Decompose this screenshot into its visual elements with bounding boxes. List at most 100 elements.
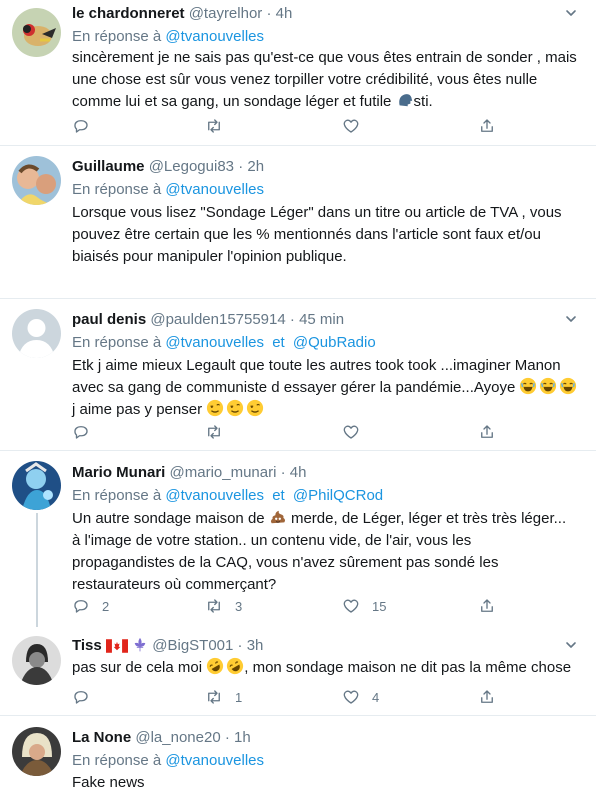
tweet-actions: 2 3 15	[72, 596, 502, 616]
retweet-button[interactable]: 1	[205, 687, 242, 707]
like-button[interactable]	[342, 116, 372, 136]
mention-conjunction: et	[272, 487, 285, 504]
mention-conjunction: et	[272, 334, 285, 351]
mention-link[interactable]: @PhilQCRod	[293, 487, 383, 504]
timestamp[interactable]: 4h	[276, 5, 293, 22]
retweet-icon	[205, 117, 223, 135]
reply-context: En réponse à @tvanouvelles	[72, 27, 264, 47]
user-handle[interactable]: @tayrelhor	[189, 5, 263, 22]
like-button[interactable]	[342, 422, 372, 442]
display-name[interactable]: Mario Munari	[72, 464, 165, 481]
retweet-button[interactable]	[205, 116, 235, 136]
timestamp[interactable]: 1h	[234, 729, 251, 746]
tweet-header: le chardonneret @tayrelhor · 4h	[72, 4, 292, 24]
like-button[interactable]: 4	[342, 687, 379, 707]
avatar[interactable]	[12, 8, 61, 57]
tweet-5[interactable]: Tiss @BigST001 · 3h pas sur de cela moi …	[0, 627, 596, 716]
tweet-6[interactable]: La None @la_none20 · 1h En réponse à @tv…	[0, 716, 596, 800]
share-button[interactable]	[478, 422, 496, 442]
tweet-text-part: Un autre sondage maison de	[72, 510, 269, 527]
avatar[interactable]	[12, 156, 61, 205]
tweet-actions: 1 4	[72, 687, 502, 707]
reply-button[interactable]	[72, 116, 102, 136]
timestamp[interactable]: 3h	[247, 637, 264, 654]
display-name[interactable]: La None	[72, 729, 131, 746]
separator-dot: ·	[238, 158, 244, 175]
timestamp[interactable]: 4h	[290, 464, 307, 481]
caret-down-icon[interactable]	[564, 6, 578, 20]
reply-prefix: En réponse à	[72, 28, 162, 45]
tweet-text-part: sincèrement je ne sais pas qu'est-ce que…	[72, 49, 577, 110]
tweet-text-part: pas sur de cela moi	[72, 659, 207, 676]
tweet-text: sincèrement je ne sais pas qu'est-ce que…	[72, 47, 578, 113]
user-handle[interactable]: @paulden15755914	[150, 311, 285, 328]
retweet-icon	[205, 423, 223, 441]
user-handle[interactable]: @mario_munari	[170, 464, 277, 481]
winking-emoji-icon	[246, 399, 264, 417]
caret-down-icon[interactable]	[564, 638, 578, 652]
winking-emoji-icon	[226, 399, 244, 417]
caret-down-icon[interactable]	[564, 312, 578, 326]
mention-link[interactable]: @tvanouvelles	[165, 752, 264, 769]
fleur-de-lis-emoji-icon	[132, 637, 148, 653]
retweet-button[interactable]	[205, 422, 235, 442]
tweet-4[interactable]: Mario Munari @mario_munari · 4h En répon…	[0, 451, 596, 627]
reply-prefix: En réponse à	[72, 181, 162, 198]
retweet-count: 3	[235, 598, 243, 614]
display-name[interactable]: paul denis	[72, 311, 146, 328]
share-button[interactable]	[478, 687, 496, 707]
tweet-1[interactable]: le chardonneret @tayrelhor · 4h En répon…	[0, 0, 596, 146]
reply-button[interactable]	[72, 687, 102, 707]
tweet-header: paul denis @paulden15755914 · 45 min	[72, 310, 344, 330]
winking-emoji-icon	[206, 399, 224, 417]
separator-dot: ·	[224, 729, 230, 746]
tweet-2[interactable]: Guillaume @Legogui83 · 2h En réponse à @…	[0, 146, 596, 299]
timestamp[interactable]: 2h	[247, 158, 264, 175]
like-icon	[342, 423, 360, 441]
share-button[interactable]	[478, 116, 496, 136]
avatar[interactable]	[12, 461, 61, 510]
display-name[interactable]: le chardonneret	[72, 5, 185, 22]
reply-button[interactable]: 2	[72, 596, 109, 616]
retweet-icon	[205, 597, 223, 615]
like-icon	[342, 597, 360, 615]
reply-button[interactable]	[72, 422, 102, 442]
reply-context: En réponse à @tvanouvelles et @QubRadio	[72, 333, 376, 353]
reply-context: En réponse à @tvanouvelles	[72, 751, 264, 771]
avatar[interactable]	[12, 727, 61, 776]
user-handle[interactable]: @BigST001	[152, 637, 233, 654]
like-button[interactable]: 15	[342, 596, 386, 616]
user-handle[interactable]: @la_none20	[135, 729, 220, 746]
display-name[interactable]: Tiss	[72, 637, 102, 654]
display-name[interactable]: Guillaume	[72, 158, 145, 175]
share-icon	[478, 688, 496, 706]
mention-link[interactable]: @tvanouvelles	[165, 334, 264, 351]
tweet-actions	[72, 422, 502, 442]
tweet-actions	[72, 116, 502, 136]
mention-link[interactable]: @tvanouvelles	[165, 28, 264, 45]
mention-link[interactable]: @tvanouvelles	[165, 487, 264, 504]
tweet-text: Etk j aime mieux Legault que toute les a…	[72, 355, 578, 421]
mention-link[interactable]: @tvanouvelles	[165, 181, 264, 198]
tweet-text: Fake news	[72, 774, 145, 791]
reply-prefix: En réponse à	[72, 487, 162, 504]
timestamp[interactable]: 45 min	[299, 311, 344, 328]
avatar[interactable]	[12, 309, 61, 358]
thread-line	[36, 513, 38, 627]
reply-prefix: En réponse à	[72, 752, 162, 769]
rofl-emoji-icon	[206, 657, 224, 675]
share-button[interactable]	[478, 596, 496, 616]
share-icon	[478, 597, 496, 615]
laughing-emoji-icon	[539, 377, 557, 395]
mention-link[interactable]: @QubRadio	[293, 334, 376, 351]
avatar[interactable]	[12, 636, 61, 685]
retweet-icon	[205, 688, 223, 706]
tweet-text-part: Etk j aime mieux Legault que toute les a…	[72, 357, 561, 396]
reply-icon	[72, 597, 90, 615]
retweet-button[interactable]: 3	[205, 596, 242, 616]
user-handle[interactable]: @Legogui83	[149, 158, 234, 175]
reply-context: En réponse à @tvanouvelles et @PhilQCRod	[72, 486, 383, 506]
separator-dot: ·	[266, 5, 272, 22]
laughing-emoji-icon	[559, 377, 577, 395]
tweet-3[interactable]: paul denis @paulden15755914 · 45 min En …	[0, 299, 596, 451]
